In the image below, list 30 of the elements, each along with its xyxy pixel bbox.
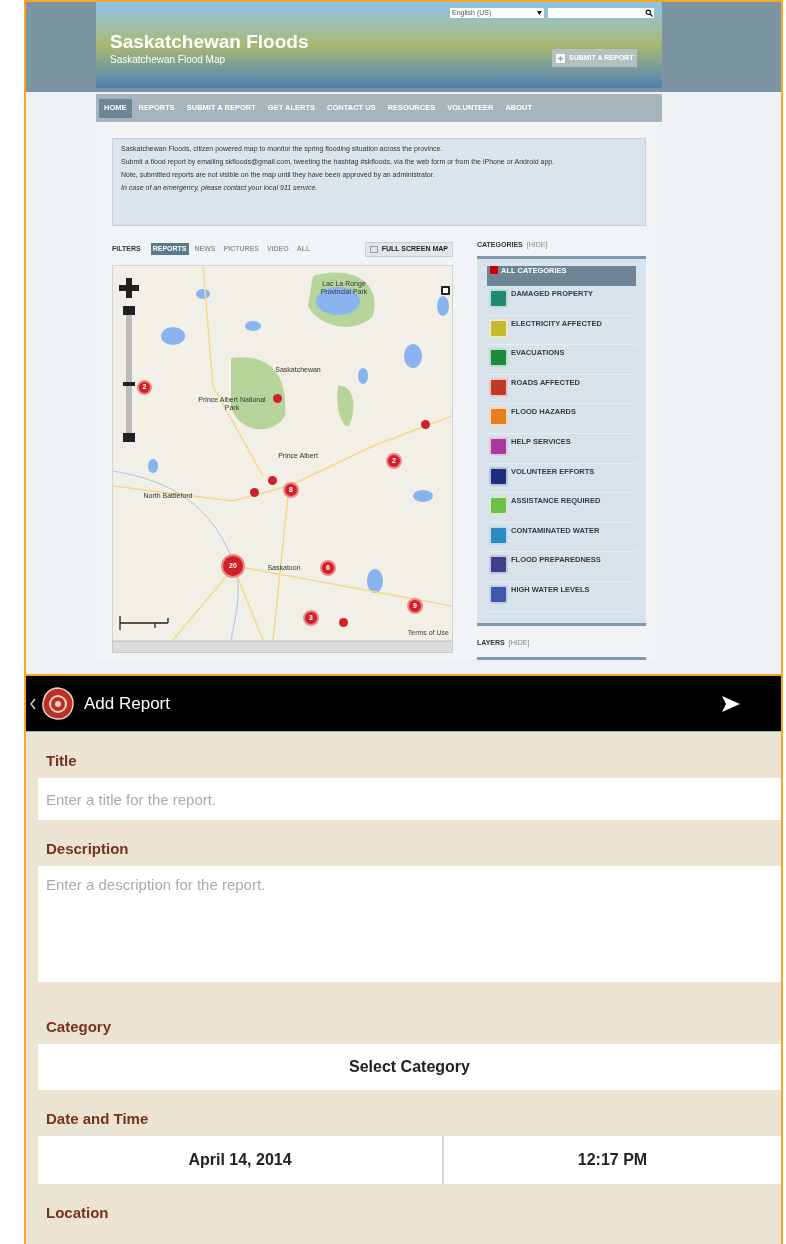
report-marker[interactable] xyxy=(339,618,348,627)
app-logo-icon xyxy=(40,685,76,722)
pan-control-icon[interactable] xyxy=(119,278,139,298)
send-icon[interactable] xyxy=(721,694,741,713)
date-button[interactable]: April 14, 2014 xyxy=(38,1136,442,1184)
field-label: Location xyxy=(45,1202,110,1223)
field-label: Date and Time xyxy=(45,1108,150,1129)
back-chevron-icon[interactable] xyxy=(30,697,36,710)
report-marker[interactable] xyxy=(250,488,259,497)
field-label: Description xyxy=(45,838,130,859)
report-marker[interactable] xyxy=(421,420,430,429)
field-label: Category xyxy=(45,1016,113,1037)
dropdown-caret-icon xyxy=(537,11,542,15)
site-subtitle: Saskatchewan Flood Map xyxy=(110,55,226,65)
scale-bar-icon xyxy=(119,616,169,630)
report-marker[interactable] xyxy=(273,394,282,403)
report-marker[interactable] xyxy=(268,476,277,485)
layer-switcher-icon[interactable] xyxy=(441,286,450,295)
category-select[interactable]: Select Category xyxy=(38,1044,781,1090)
time-button[interactable]: 12:17 PM xyxy=(444,1136,781,1184)
field-label: Title xyxy=(45,750,78,771)
expand-icon xyxy=(369,245,378,253)
search-field[interactable] xyxy=(548,8,654,18)
site-title: Saskatchewan Floods xyxy=(110,32,309,51)
zoom-slider-icon[interactable] xyxy=(123,306,135,442)
text-area[interactable]: Enter a description for the report. xyxy=(38,866,781,982)
text-field[interactable]: Enter a title for the report. xyxy=(38,778,781,820)
search-icon xyxy=(645,9,653,17)
plus-square-icon xyxy=(556,53,565,63)
app-title: Add Report xyxy=(84,692,170,715)
